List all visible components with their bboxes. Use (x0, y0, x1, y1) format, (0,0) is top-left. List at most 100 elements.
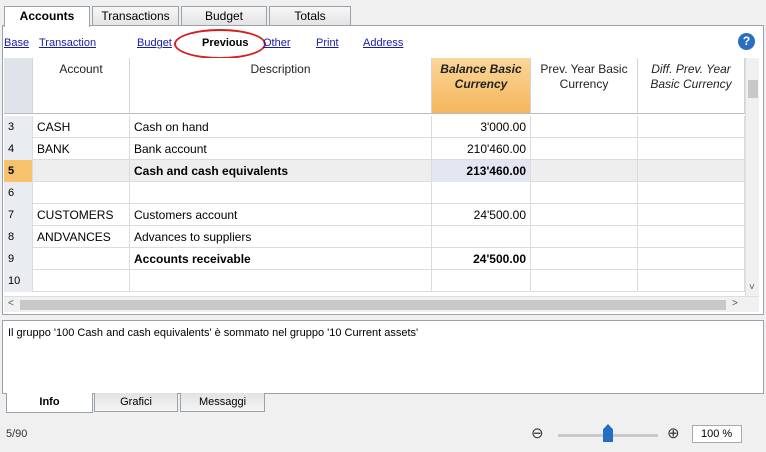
prev-year-column-header[interactable]: Prev. Year Basic Currency (531, 58, 638, 114)
balance-header-line1: Balance Basic (440, 62, 522, 76)
balance-cell[interactable] (432, 270, 531, 292)
description-cell[interactable]: Cash and cash equivalents (130, 160, 432, 182)
prev-year-cell[interactable] (531, 138, 638, 160)
account-cell[interactable] (33, 182, 130, 204)
account-cell[interactable]: ANDVANCES (33, 226, 130, 248)
table-header: Account Description Balance Basic Curren… (4, 58, 745, 114)
diff-cell[interactable] (638, 116, 745, 138)
diff-cell[interactable] (638, 160, 745, 182)
diff-header-line1: Diff. Prev. Year (651, 62, 731, 76)
horizontal-scroll-thumb[interactable] (20, 300, 726, 310)
view-transaction-link[interactable]: Transaction (39, 37, 96, 49)
table-row[interactable]: 8 ANDVANCES Advances to suppliers (4, 226, 745, 248)
info-panel: Il gruppo '100 Cash and cash equivalents… (2, 320, 764, 394)
row-number: 7 (4, 204, 33, 226)
table-row-selected[interactable]: 5 Cash and cash equivalents 213'460.00 (4, 160, 745, 182)
prev-year-cell[interactable] (531, 270, 638, 292)
vertical-scrollbar[interactable]: ˅ (745, 58, 759, 296)
account-header-label: Account (59, 62, 103, 76)
row-number: 4 (4, 138, 33, 160)
row-number-header (4, 58, 33, 114)
table-row[interactable]: 6 (4, 182, 745, 204)
diff-cell[interactable] (638, 182, 745, 204)
table-row[interactable]: 7 CUSTOMERS Customers account 24'500.00 (4, 204, 745, 226)
help-icon[interactable]: ? (738, 33, 755, 50)
tab-grafici[interactable]: Grafici (94, 393, 178, 412)
table-row[interactable]: 4 BANK Bank account 210'460.00 (4, 138, 745, 160)
prev-year-header-line1: Prev. Year Basic (540, 62, 628, 76)
row-number: 10 (4, 270, 33, 292)
description-column-header[interactable]: Description (130, 58, 432, 114)
account-cell[interactable] (33, 160, 130, 182)
tab-info[interactable]: Info (6, 393, 93, 413)
tab-totals[interactable]: Totals (269, 6, 351, 26)
balance-cell[interactable] (432, 226, 531, 248)
scroll-down-arrow-icon[interactable]: ˅ (749, 282, 755, 293)
scroll-right-arrow-icon[interactable]: > (732, 298, 738, 309)
prev-year-cell[interactable] (531, 204, 638, 226)
horizontal-scrollbar[interactable]: < > (4, 296, 759, 312)
view-address-link[interactable]: Address (363, 37, 403, 49)
view-budget-link[interactable]: Budget (137, 37, 172, 49)
description-cell[interactable] (130, 182, 432, 204)
diff-prev-year-column-header[interactable]: Diff. Prev. Year Basic Currency (638, 58, 745, 114)
tab-budget[interactable]: Budget (181, 6, 267, 26)
info-message: Il gruppo '100 Cash and cash equivalents… (8, 327, 419, 339)
description-cell[interactable]: Customers account (130, 204, 432, 226)
diff-header-line2: Basic Currency (650, 77, 732, 91)
description-cell[interactable]: Cash on hand (130, 116, 432, 138)
description-cell[interactable]: Bank account (130, 138, 432, 160)
account-cell[interactable] (33, 270, 130, 292)
view-other-link[interactable]: Other (263, 37, 291, 49)
diff-cell[interactable] (638, 270, 745, 292)
prev-year-cell[interactable] (531, 226, 638, 248)
table-row[interactable]: 3 CASH Cash on hand 3'000.00 (4, 116, 745, 138)
zoom-level-field[interactable]: 100 % (692, 425, 742, 443)
diff-cell[interactable] (638, 204, 745, 226)
view-links-bar: Base Transaction Budget Previous Other P… (3, 29, 763, 59)
prev-year-cell[interactable] (531, 116, 638, 138)
diff-cell[interactable] (638, 248, 745, 270)
row-number: 6 (4, 182, 33, 204)
balance-cell[interactable]: 24'500.00 (432, 204, 531, 226)
balance-column-header[interactable]: Balance Basic Currency (432, 58, 531, 114)
balance-cell[interactable]: 213'460.00 (432, 160, 531, 182)
prev-year-header-line2: Currency (559, 77, 609, 91)
description-header-label: Description (250, 62, 311, 76)
table-row[interactable]: 10 (4, 270, 745, 292)
balance-cell[interactable]: 3'000.00 (432, 116, 531, 138)
tab-accounts[interactable]: Accounts (4, 6, 90, 27)
record-position-status: 5/90 (6, 428, 28, 440)
prev-year-cell[interactable] (531, 248, 638, 270)
account-cell[interactable]: BANK (33, 138, 130, 160)
zoom-in-icon[interactable]: ⊕ (667, 424, 680, 442)
zoom-slider-thumb[interactable] (603, 424, 613, 442)
balance-cell[interactable]: 210'460.00 (432, 138, 531, 160)
accounts-table: Account Description Balance Basic Curren… (4, 58, 759, 313)
balance-cell[interactable]: 24'500.00 (432, 248, 531, 270)
description-cell[interactable] (130, 270, 432, 292)
account-cell[interactable] (33, 248, 130, 270)
tab-transactions[interactable]: Transactions (92, 6, 179, 26)
row-number: 3 (4, 116, 33, 138)
prev-year-cell[interactable] (531, 160, 638, 182)
view-print-link[interactable]: Print (316, 37, 339, 49)
diff-cell[interactable] (638, 226, 745, 248)
account-cell[interactable]: CASH (33, 116, 130, 138)
balance-cell[interactable] (432, 182, 531, 204)
description-cell[interactable]: Accounts receivable (130, 248, 432, 270)
view-previous-link[interactable]: Previous (202, 37, 248, 49)
row-number: 5 (4, 160, 33, 182)
tab-messaggi[interactable]: Messaggi (180, 393, 265, 412)
vertical-scroll-thumb[interactable] (748, 80, 758, 98)
row-number: 8 (4, 226, 33, 248)
view-base-link[interactable]: Base (4, 37, 29, 49)
scroll-left-arrow-icon[interactable]: < (8, 298, 14, 309)
zoom-out-icon[interactable]: ⊖ (531, 424, 544, 442)
diff-cell[interactable] (638, 138, 745, 160)
table-row[interactable]: 9 Accounts receivable 24'500.00 (4, 248, 745, 270)
account-cell[interactable]: CUSTOMERS (33, 204, 130, 226)
description-cell[interactable]: Advances to suppliers (130, 226, 432, 248)
prev-year-cell[interactable] (531, 182, 638, 204)
account-column-header[interactable]: Account (33, 58, 130, 114)
